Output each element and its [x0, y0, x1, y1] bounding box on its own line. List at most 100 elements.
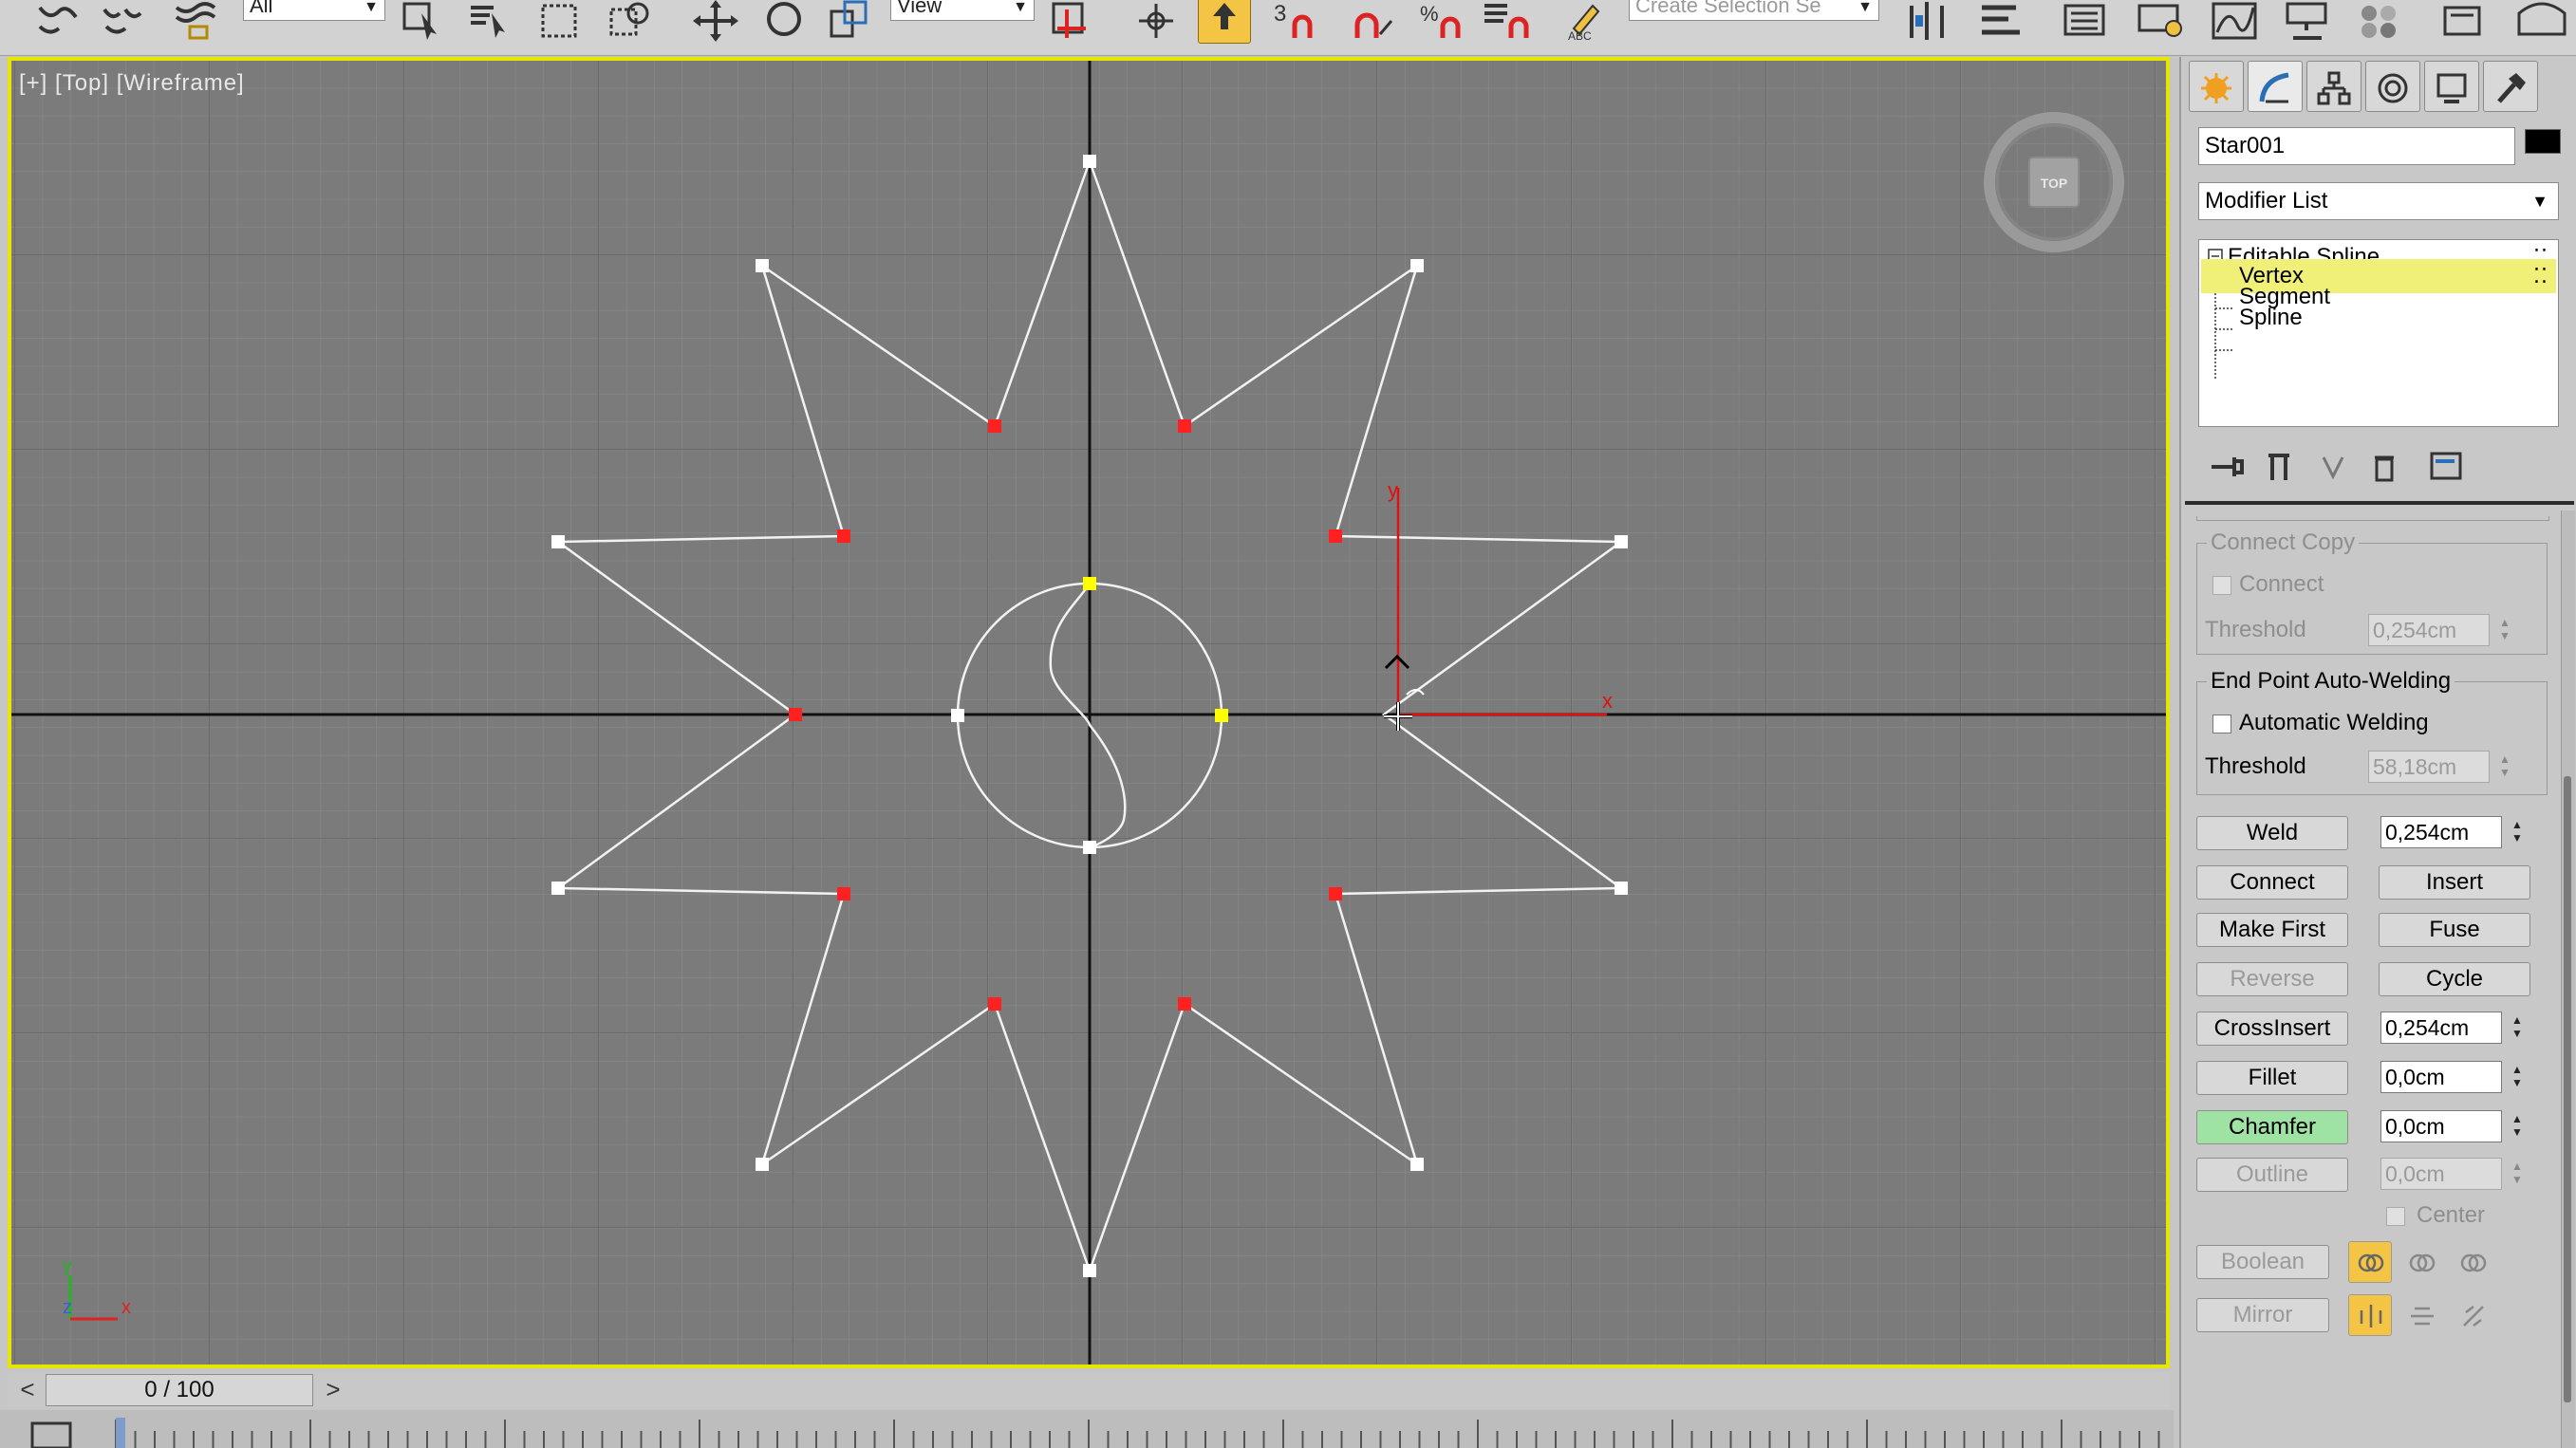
- selected-vertex[interactable]: [837, 529, 850, 543]
- vertex[interactable]: [1083, 1264, 1096, 1277]
- crossinsert-input[interactable]: 0,254cm: [2380, 1012, 2502, 1044]
- vertex[interactable]: [756, 259, 769, 272]
- selected-vertex[interactable]: [789, 708, 802, 721]
- snap-toggle-button[interactable]: [1198, 0, 1251, 44]
- outline-button[interactable]: Outline: [2196, 1158, 2348, 1192]
- object-name-field[interactable]: Star001: [2198, 127, 2515, 165]
- spinner-arrows-icon[interactable]: ▲ ▼: [2495, 752, 2514, 781]
- weld-spinner[interactable]: 0,254cm ▲ ▼: [2380, 816, 2532, 848]
- chamfer-button[interactable]: Chamfer: [2196, 1110, 2348, 1144]
- first-vertex[interactable]: [1083, 577, 1096, 590]
- connect-threshold-input[interactable]: 0,254cm: [2368, 614, 2490, 646]
- named-selection-set-dropdown[interactable]: Create Selection Se ▼: [1629, 0, 1879, 21]
- show-end-result-icon[interactable]: [2259, 446, 2301, 488]
- auto-weld-threshold-spinner[interactable]: 58,18cm ▲ ▼: [2368, 751, 2520, 783]
- auto-weld-threshold-input[interactable]: 58,18cm: [2368, 751, 2490, 783]
- vertex[interactable]: [756, 1158, 769, 1171]
- schematic-view-icon[interactable]: [2282, 0, 2335, 42]
- render-icon[interactable]: [2513, 0, 2570, 42]
- spinner-arrows-icon[interactable]: ▲ ▼: [2508, 1013, 2527, 1042]
- named-selection-edit-icon[interactable]: ABC: [1564, 0, 1612, 42]
- selected-vertex[interactable]: [988, 419, 1001, 433]
- toggle-ribbon-icon[interactable]: [2136, 0, 2189, 42]
- render-setup-icon[interactable]: [2439, 0, 2492, 42]
- rectangular-selection-icon[interactable]: [537, 0, 585, 42]
- edit-named-selection-icon[interactable]: [1481, 0, 1540, 42]
- modifier-list-dropdown[interactable]: Modifier List ▼: [2198, 182, 2559, 220]
- motion-tab[interactable]: [2365, 61, 2420, 112]
- spinner-arrows-icon[interactable]: ▲ ▼: [2508, 1063, 2527, 1091]
- use-pivot-center-icon[interactable]: [1048, 0, 1101, 42]
- select-object-icon[interactable]: [401, 0, 448, 42]
- vertex[interactable]: [1410, 1158, 1424, 1171]
- vertex[interactable]: [1410, 259, 1424, 272]
- material-editor-icon[interactable]: [2356, 0, 2409, 42]
- vertex[interactable]: [951, 709, 964, 722]
- fuse-button[interactable]: Fuse: [2379, 913, 2530, 947]
- selected-vertex[interactable]: [1329, 529, 1342, 543]
- percent-snap-icon[interactable]: [1342, 0, 1401, 42]
- select-rotate-icon[interactable]: [759, 0, 807, 42]
- boolean-union-button[interactable]: [2348, 1241, 2392, 1283]
- window-crossing-icon[interactable]: [607, 0, 655, 42]
- spinner-arrows-icon[interactable]: ▲ ▼: [2508, 818, 2527, 846]
- vertex[interactable]: [551, 535, 565, 548]
- vertex[interactable]: [1615, 535, 1628, 548]
- crossinsert-button[interactable]: CrossInsert: [2196, 1012, 2348, 1046]
- mirror-icon[interactable]: [1904, 0, 1951, 42]
- fillet-input[interactable]: 0,0cm: [2380, 1061, 2502, 1093]
- top-viewport[interactable]: y x TOP y x z [+] [Top] [Wireframe]: [8, 57, 2170, 1368]
- object-color-swatch[interactable]: [2525, 129, 2561, 154]
- bind-space-warp-icon[interactable]: [171, 0, 218, 42]
- select-move-icon[interactable]: [689, 0, 742, 42]
- vertex[interactable]: [551, 882, 565, 895]
- first-vertex[interactable]: [1215, 709, 1228, 722]
- make-first-button[interactable]: Make First: [2196, 913, 2348, 947]
- reverse-button[interactable]: Reverse: [2196, 962, 2348, 996]
- vertex[interactable]: [1083, 841, 1096, 854]
- fillet-button[interactable]: Fillet: [2196, 1061, 2348, 1095]
- vertex[interactable]: [1615, 882, 1628, 895]
- remove-modifier-icon[interactable]: [2363, 446, 2405, 488]
- boolean-subtract-button[interactable]: [2399, 1241, 2443, 1283]
- chamfer-spinner[interactable]: 0,0cm ▲ ▼: [2380, 1110, 2532, 1142]
- panel-scrollbar[interactable]: [2561, 511, 2575, 1448]
- time-next-button[interactable]: >: [317, 1374, 349, 1406]
- connect-checkbox[interactable]: [2212, 576, 2231, 595]
- selected-vertex[interactable]: [1178, 419, 1191, 433]
- utilities-tab[interactable]: [2483, 61, 2538, 112]
- viewport-canvas[interactable]: y x TOP y x z: [11, 61, 2166, 1364]
- mirror-both-button[interactable]: [2451, 1294, 2494, 1336]
- outline-input[interactable]: 0,0cm: [2380, 1158, 2502, 1190]
- insert-button[interactable]: Insert: [2379, 865, 2530, 900]
- selection-filter-dropdown[interactable]: All ▼: [243, 0, 385, 21]
- stack-item-spline[interactable]: Spline: [2201, 301, 2556, 335]
- select-manipulate-icon[interactable]: [1129, 0, 1183, 42]
- select-by-name-icon[interactable]: [467, 0, 514, 42]
- spinner-snap-icon[interactable]: %: [1418, 0, 1471, 42]
- make-unique-icon[interactable]: [2312, 446, 2354, 488]
- connect-threshold-spinner[interactable]: 0,254cm ▲ ▼: [2368, 614, 2520, 646]
- cycle-button[interactable]: Cycle: [2379, 962, 2530, 996]
- curve-editor-icon[interactable]: [2210, 0, 2263, 42]
- panel-scrollbar-thumb[interactable]: [2564, 776, 2571, 1402]
- weld-button[interactable]: Weld: [2196, 816, 2348, 850]
- viewport-label[interactable]: [+] [Top] [Wireframe]: [19, 70, 245, 97]
- outline-spinner[interactable]: 0,0cm ▲ ▼: [2380, 1158, 2532, 1190]
- selected-vertex[interactable]: [988, 997, 1001, 1011]
- weld-input[interactable]: 0,254cm: [2380, 816, 2502, 848]
- unlink-icon[interactable]: [99, 0, 146, 42]
- fillet-spinner[interactable]: 0,0cm ▲ ▼: [2380, 1061, 2532, 1093]
- create-tab[interactable]: [2189, 61, 2244, 112]
- pin-stack-icon[interactable]: [2206, 446, 2248, 488]
- track-bar[interactable]: [0, 1410, 2174, 1448]
- reference-coordinate-dropdown[interactable]: View ▼: [890, 0, 1035, 21]
- boolean-button[interactable]: Boolean: [2196, 1245, 2329, 1279]
- mirror-vertical-button[interactable]: [2399, 1294, 2443, 1336]
- link-icon[interactable]: [34, 0, 82, 42]
- selected-vertex[interactable]: [837, 887, 850, 900]
- boolean-intersect-button[interactable]: [2451, 1241, 2494, 1283]
- time-slider[interactable]: < 0 / 100 >: [8, 1372, 2170, 1408]
- chamfer-input[interactable]: 0,0cm: [2380, 1110, 2502, 1142]
- automatic-welding-checkbox[interactable]: [2212, 715, 2231, 733]
